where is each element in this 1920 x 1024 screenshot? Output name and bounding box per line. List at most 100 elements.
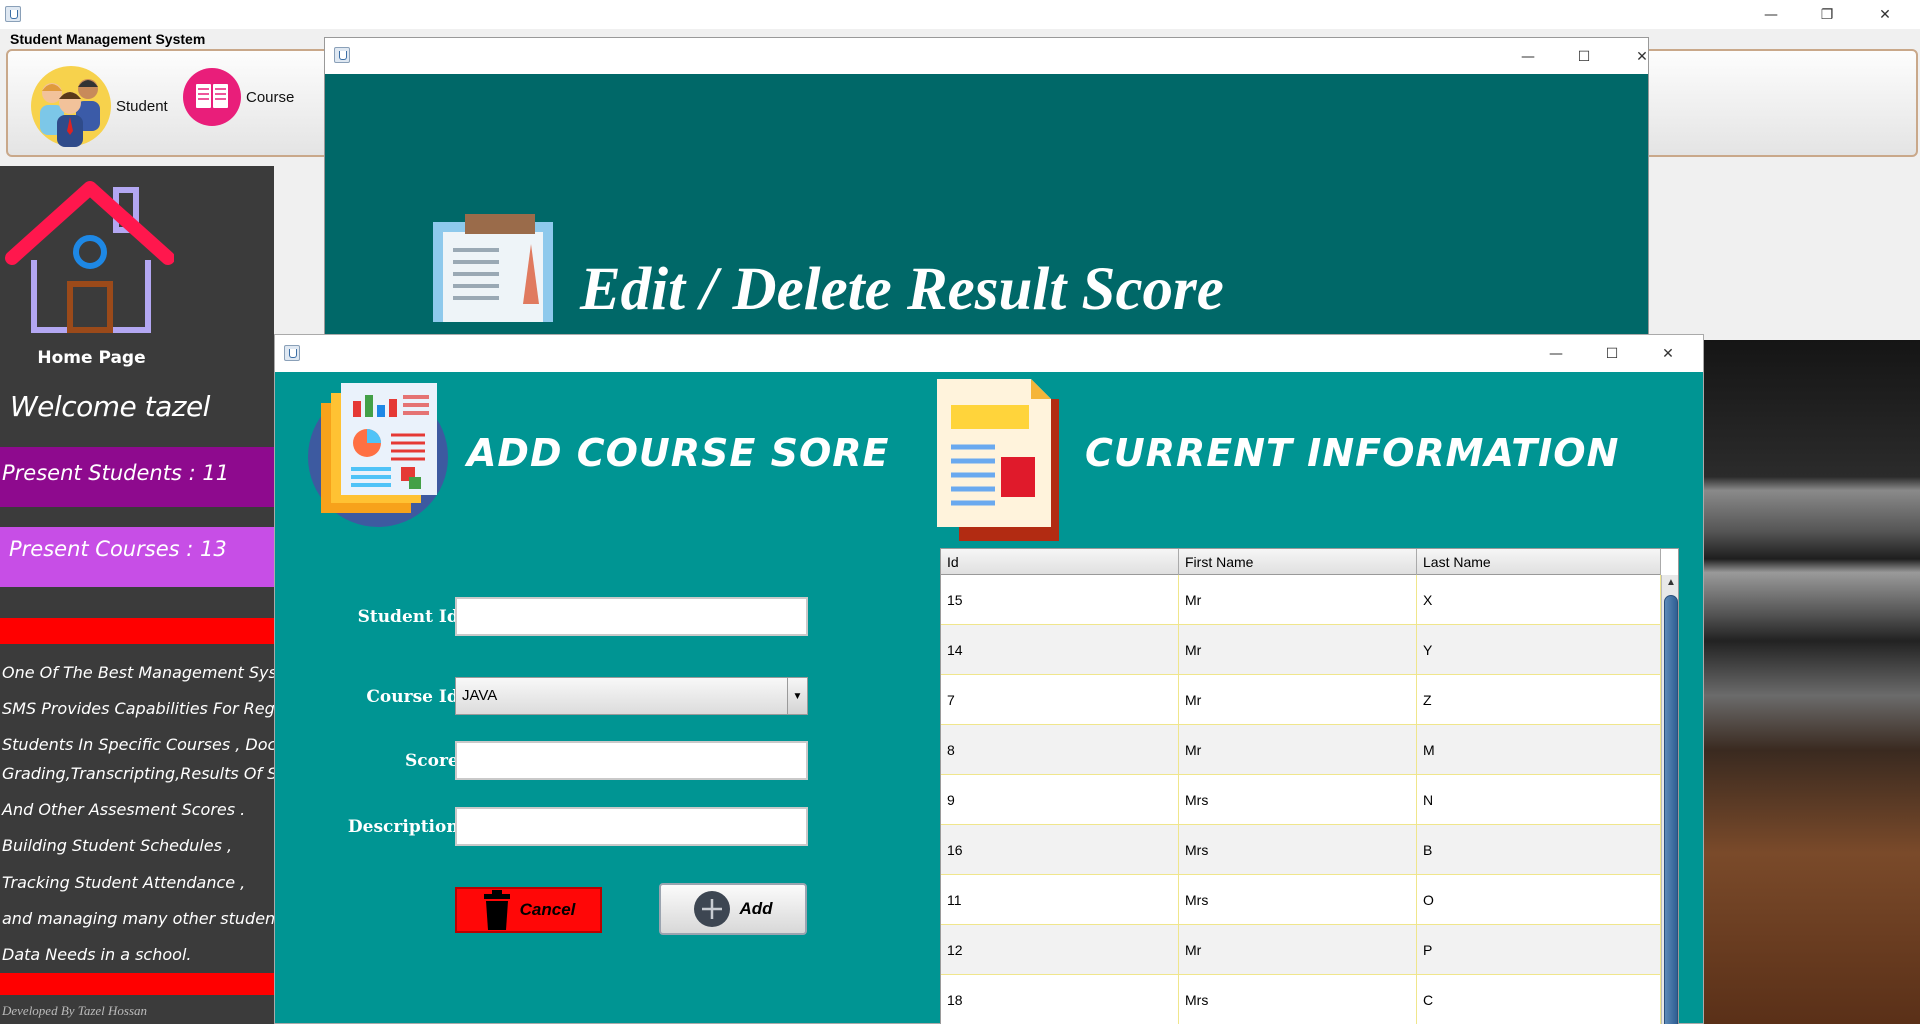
background-image [1700,340,1920,1024]
document-icon [937,379,1059,541]
restore-button[interactable]: ❐ [1804,0,1850,29]
cell-first-name[interactable]: Mr [1179,725,1417,775]
java-app-icon [284,345,300,361]
course-button[interactable]: Course [182,67,294,127]
chevron-down-icon[interactable]: ▼ [787,678,807,714]
description-line: Data Needs in a school. [2,945,192,964]
column-header-id[interactable]: Id [941,549,1179,575]
add-course-score-title: ADD COURSE SORE [467,431,890,475]
edit-window-titlebar: — ☐ ✕ [325,38,1648,74]
student-button[interactable]: Student [30,65,168,147]
description-input[interactable] [455,807,808,846]
description-line: Grading,Transcripting,Results Of St [2,764,284,783]
course-button-label: Course [246,88,295,106]
table-row[interactable]: 11 Mrs O [941,875,1661,925]
app-title: Student Management System [10,31,206,47]
add-minimize-button[interactable]: — [1533,339,1579,368]
student-id-label: Student Id: [357,607,465,627]
table-row[interactable]: 14 Mr Y [941,625,1661,675]
table-row[interactable]: 8 Mr M [941,725,1661,775]
trash-icon [483,890,510,930]
description-line: and managing many other studen [2,909,276,928]
table-row[interactable]: 18 Mrs C [941,975,1661,1024]
add-course-score-window: — ☐ ✕ ADD COURSE SORE CURRENT INFORMATIO… [274,334,1704,1024]
add-button-label: Add [739,899,773,918]
table-row[interactable]: 12 Mr P [941,925,1661,975]
cell-id[interactable]: 14 [941,625,1179,675]
cell-last-name[interactable]: P [1417,925,1661,975]
cell-id[interactable]: 15 [941,575,1179,625]
scroll-up-icon[interactable]: ▲ [1666,577,1676,588]
cell-first-name[interactable]: Mr [1179,925,1417,975]
description-line: One Of The Best Management Sys [2,663,277,682]
cancel-button[interactable]: Cancel [455,887,602,933]
edit-close-button[interactable]: ✕ [1619,42,1665,71]
student-button-label: Student [116,97,168,115]
edit-maximize-button[interactable]: ☐ [1561,42,1607,71]
table-row[interactable]: 15 Mr X [941,575,1661,625]
welcome-text: Welcome tazel [10,390,210,423]
cell-id[interactable]: 16 [941,825,1179,875]
table-row[interactable]: 16 Mrs B [941,825,1661,875]
table-row[interactable]: 9 Mrs N [941,775,1661,825]
add-button[interactable]: Add [659,883,807,935]
sidebar [0,166,274,1024]
main-titlebar: — ❐ ✕ [0,0,1920,29]
edit-minimize-button[interactable]: — [1505,42,1551,71]
minimize-button[interactable]: — [1748,0,1794,29]
students-icon [31,66,111,147]
java-app-icon [5,6,21,22]
cell-last-name[interactable]: O [1417,875,1661,925]
cell-first-name[interactable]: Mrs [1179,775,1417,825]
java-app-icon [334,47,350,63]
cell-id[interactable]: 12 [941,925,1179,975]
description-line: And Other Assesment Scores . [2,800,246,819]
current-information-title: CURRENT INFORMATION [1085,431,1620,475]
cell-first-name[interactable]: Mrs [1179,875,1417,925]
cell-id[interactable]: 8 [941,725,1179,775]
cell-last-name[interactable]: Z [1417,675,1661,725]
description-line: SMS Provides Capabilities For Regi [2,699,280,718]
red-divider [0,618,274,644]
table-header: Id First Name Last Name [941,549,1661,575]
report-icon [308,383,448,527]
developer-credit: Developed By Tazel Hossan [2,1003,148,1018]
column-header-first-name[interactable]: First Name [1179,549,1417,575]
cell-id[interactable]: 7 [941,675,1179,725]
description-line: Building Student Schedules , [2,836,233,855]
cell-id[interactable]: 11 [941,875,1179,925]
edit-window-heading: Edit / Delete Result Score [580,256,1224,323]
cell-first-name[interactable]: Mrs [1179,825,1417,875]
add-window-titlebar: — ☐ ✕ [275,335,1703,372]
description-label: Description: [347,817,465,837]
cell-first-name[interactable]: Mrs [1179,975,1417,1024]
table-scrollbar[interactable]: ▲ [1661,575,1678,1024]
current-information-table: Id First Name Last Name 15 Mr X 14 Mr Y 7 Mr Z 8 M… [940,548,1679,1024]
cell-id[interactable]: 18 [941,975,1179,1024]
table-row[interactable]: 7 Mr Z [941,675,1661,725]
student-id-input[interactable] [455,597,808,636]
add-close-button[interactable]: ✕ [1645,339,1691,368]
plus-circle-icon [694,891,731,927]
column-header-last-name[interactable]: Last Name [1417,549,1661,575]
cell-last-name[interactable]: C [1417,975,1661,1024]
description-line: Tracking Student Attendance , [2,873,246,892]
cancel-button-label: Cancel [519,900,576,919]
course-id-select[interactable]: JAVA ▼ [455,677,808,715]
cell-last-name[interactable]: B [1417,825,1661,875]
scrollbar-thumb[interactable] [1664,595,1678,1024]
cell-first-name[interactable]: Mr [1179,575,1417,625]
cell-last-name[interactable]: N [1417,775,1661,825]
cell-first-name[interactable]: Mr [1179,675,1417,725]
home-icon[interactable] [4,170,174,340]
cell-last-name[interactable]: Y [1417,625,1661,675]
close-button[interactable]: ✕ [1862,0,1908,29]
cell-last-name[interactable]: M [1417,725,1661,775]
present-courses-stat: Present Courses : 13 [0,527,274,587]
score-input[interactable] [455,741,808,780]
red-divider [0,973,274,995]
add-maximize-button[interactable]: ☐ [1589,339,1635,368]
cell-last-name[interactable]: X [1417,575,1661,625]
cell-first-name[interactable]: Mr [1179,625,1417,675]
cell-id[interactable]: 9 [941,775,1179,825]
